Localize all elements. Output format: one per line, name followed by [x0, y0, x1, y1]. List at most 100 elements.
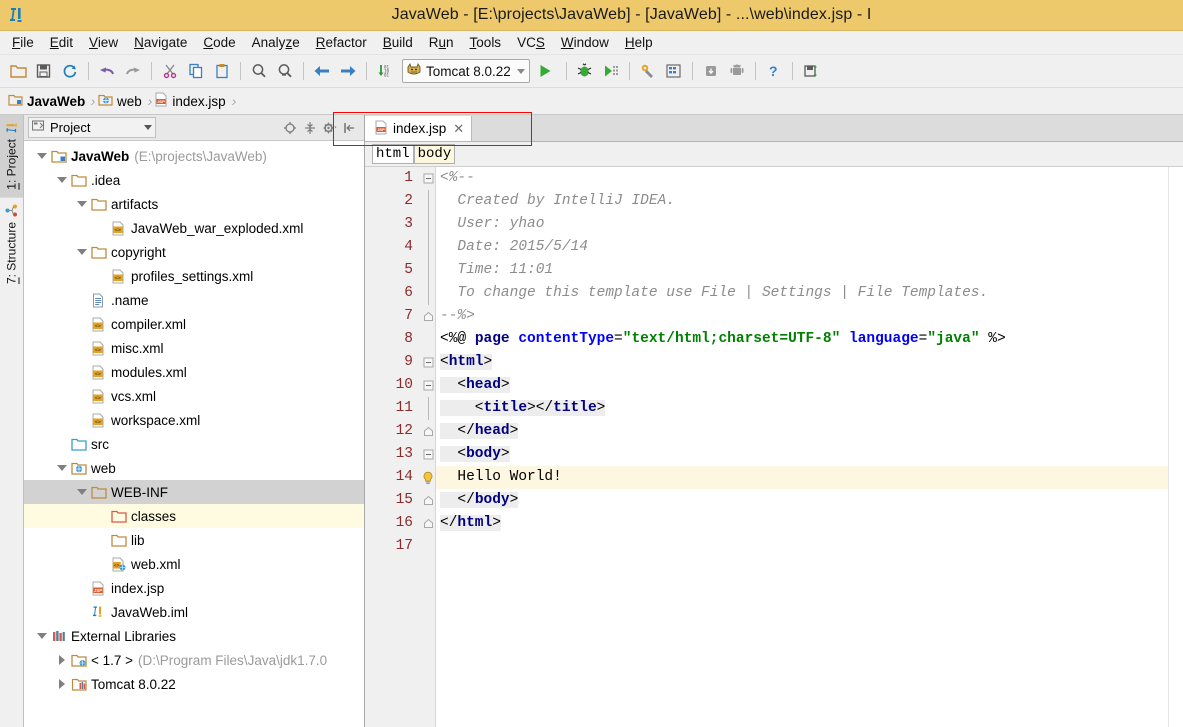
code-line[interactable]: <%@ page contentType="text/html;charset=…	[436, 328, 1168, 351]
code-text[interactable]: <%-- Created by IntelliJ IDEA. User: yha…	[436, 167, 1168, 727]
fold-end-icon[interactable]	[421, 305, 435, 328]
menu-window[interactable]: Window	[553, 33, 617, 52]
tree-node-1-7[interactable]: < 1.7 > (D:\Program Files\Java\jdk1.7.0	[24, 648, 364, 672]
breadcrumb-body[interactable]: body	[413, 144, 456, 164]
sidebar-item-structure[interactable]: 7: Structure	[0, 198, 23, 292]
tree-node-lib[interactable]: lib	[24, 528, 364, 552]
tree-node-external-libraries[interactable]: External Libraries	[24, 624, 364, 648]
project-view-selector[interactable]: Project	[28, 117, 156, 138]
fold-collapse-icon[interactable]	[421, 167, 435, 190]
breadcrumb-html[interactable]: html	[372, 144, 414, 164]
run-configuration-selector[interactable]: Tomcat 8.0.22	[402, 59, 530, 83]
synchronize-icon[interactable]	[58, 59, 82, 83]
run-icon[interactable]	[533, 59, 557, 83]
tree-node-web-inf[interactable]: WEB-INF	[24, 480, 364, 504]
tree-node-javaweb[interactable]: JavaWeb (E:\projects\JavaWeb)	[24, 144, 364, 168]
code-line[interactable]: </html>	[436, 512, 1168, 535]
tree-node-modules-xml[interactable]: <> modules.xml	[24, 360, 364, 384]
cut-icon[interactable]	[158, 59, 182, 83]
menu-refactor[interactable]: Refactor	[308, 33, 375, 52]
tree-node-artifacts[interactable]: artifacts	[24, 192, 364, 216]
menu-run[interactable]: Run	[421, 33, 462, 52]
code-line[interactable]: Created by IntelliJ IDEA.	[436, 190, 1168, 213]
breadcrumb-javaweb[interactable]: JavaWeb	[6, 93, 91, 110]
fold-collapse-icon[interactable]	[421, 374, 435, 397]
find-icon[interactable]	[247, 59, 271, 83]
chevron-down-icon[interactable]	[34, 633, 50, 639]
menu-analyze[interactable]: Analyze	[244, 33, 308, 52]
chevron-down-icon[interactable]	[74, 249, 90, 255]
editor-tab-index-jsp[interactable]: JSP index.jsp ✕	[365, 116, 473, 141]
menu-file[interactable]: File	[4, 33, 42, 52]
tree-node-src[interactable]: src	[24, 432, 364, 456]
menu-bar[interactable]: File Edit View Navigate Code Analyze Ref…	[0, 31, 1183, 55]
forward-icon[interactable]	[336, 59, 360, 83]
tree-node-vcs-xml[interactable]: <> vcs.xml	[24, 384, 364, 408]
fold-end-icon[interactable]	[421, 489, 435, 512]
menu-tools[interactable]: Tools	[462, 33, 510, 52]
copy-icon[interactable]	[184, 59, 208, 83]
menu-code[interactable]: Code	[195, 33, 243, 52]
chevron-down-icon[interactable]	[74, 201, 90, 207]
chevron-down-icon[interactable]	[74, 489, 90, 495]
redo-icon[interactable]	[121, 59, 145, 83]
tree-node-web-xml[interactable]: <> web.xml	[24, 552, 364, 576]
menu-build[interactable]: Build	[375, 33, 421, 52]
debug-icon[interactable]	[573, 59, 597, 83]
tree-node-workspace-xml[interactable]: <> workspace.xml	[24, 408, 364, 432]
code-line[interactable]	[436, 535, 1168, 558]
code-line[interactable]: <head>	[436, 374, 1168, 397]
menu-edit[interactable]: Edit	[42, 33, 81, 52]
chevron-right-icon[interactable]	[54, 655, 70, 665]
replace-icon[interactable]	[273, 59, 297, 83]
code-line[interactable]: </head>	[436, 420, 1168, 443]
code-folding-gutter[interactable]	[421, 167, 436, 727]
run-with-coverage-icon[interactable]	[599, 59, 623, 83]
code-line[interactable]: --%>	[436, 305, 1168, 328]
collapse-all-icon[interactable]	[301, 119, 319, 137]
project-tree[interactable]: JavaWeb (E:\projects\JavaWeb) .idea artifac…	[24, 141, 364, 727]
avd-manager-icon[interactable]	[725, 59, 749, 83]
breadcrumb-web[interactable]: web	[96, 93, 148, 110]
settings-gear-icon[interactable]	[321, 119, 339, 137]
chevron-down-icon[interactable]	[54, 177, 70, 183]
paste-icon[interactable]	[210, 59, 234, 83]
tree-node-index-jsp[interactable]: JSP index.jsp	[24, 576, 364, 600]
save-all-icon[interactable]	[32, 59, 56, 83]
back-icon[interactable]	[310, 59, 334, 83]
close-icon[interactable]: ✕	[453, 121, 464, 137]
code-line[interactable]: </body>	[436, 489, 1168, 512]
sidebar-item-project[interactable]: 1: Project	[0, 115, 23, 198]
help-icon[interactable]: ?	[762, 59, 786, 83]
chevron-right-icon[interactable]	[54, 679, 70, 689]
chevron-down-icon[interactable]	[144, 125, 152, 130]
code-line[interactable]: <body>	[436, 443, 1168, 466]
code-line[interactable]: Time: 11:01	[436, 259, 1168, 282]
menu-help[interactable]: Help	[617, 33, 661, 52]
code-line[interactable]: Date: 2015/5/14	[436, 236, 1168, 259]
tree-node-javaweb-iml[interactable]: JavaWeb.iml	[24, 600, 364, 624]
chevron-down-icon[interactable]	[516, 68, 525, 74]
code-line[interactable]: Hello World!	[436, 466, 1168, 489]
navigation-bar[interactable]: JavaWeb › web › JSP index.jsp ›	[0, 88, 1183, 115]
code-line[interactable]: <%--	[436, 167, 1168, 190]
tree-node-javaweb-war-exploded-xml[interactable]: <> JavaWeb_war_exploded.xml	[24, 216, 364, 240]
tree-node-idea[interactable]: .idea	[24, 168, 364, 192]
chevron-down-icon[interactable]	[54, 465, 70, 471]
code-line[interactable]: <title></title>	[436, 397, 1168, 420]
menu-vcs[interactable]: VCS	[509, 33, 553, 52]
save-icon[interactable]	[799, 59, 823, 83]
tree-node-web[interactable]: web	[24, 456, 364, 480]
tree-node-misc-xml[interactable]: <> misc.xml	[24, 336, 364, 360]
tree-node-tomcat-8-0-22[interactable]: Tomcat 8.0.22	[24, 672, 364, 696]
menu-navigate[interactable]: Navigate	[126, 33, 195, 52]
tree-node-name[interactable]: .name	[24, 288, 364, 312]
tree-node-compiler-xml[interactable]: <> compiler.xml	[24, 312, 364, 336]
tree-node-classes[interactable]: classes	[24, 504, 364, 528]
settings-icon[interactable]	[662, 59, 686, 83]
project-structure-icon[interactable]	[636, 59, 660, 83]
code-editor[interactable]: 1 2 3 4 5 6 7 8 9 10 11 12 13 14 15 16 17 <%-- Created b…	[365, 167, 1183, 727]
open-folder-icon[interactable]	[6, 59, 30, 83]
code-line[interactable]: <html>	[436, 351, 1168, 374]
tree-node-copyright[interactable]: copyright	[24, 240, 364, 264]
